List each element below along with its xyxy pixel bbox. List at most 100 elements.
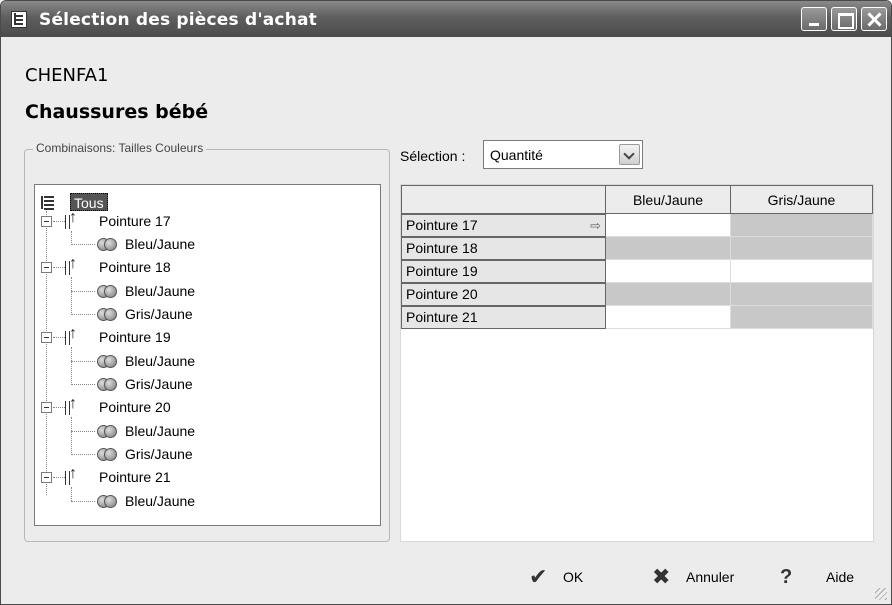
collapse-icon[interactable] [41,216,52,227]
tree-item-color[interactable]: Gris/Jaune [125,374,193,394]
dialog-window: Sélection des pièces d'achat CHENFA1 Cha… [0,0,892,605]
ok-button-label: OK [563,569,584,585]
tree-item-color[interactable]: Gris/Jaune [125,444,193,464]
tree-line [71,361,95,362]
ok-button[interactable]: ✔ OK [529,563,609,591]
checkmark-icon: ✔ [529,564,548,589]
grid-cell[interactable] [731,260,873,283]
cancel-button[interactable]: ✖ Annuler [652,563,752,591]
tree-line [71,384,95,385]
tree-line [71,431,95,432]
tree-item-label: Bleu/Jaune [125,423,196,439]
tree-line [71,314,95,315]
tree-item-color[interactable]: Bleu/Jaune [125,281,195,301]
help-button[interactable]: ? Aide [780,563,870,591]
tree-item-label: Bleu/Jaune [125,236,196,252]
row-label: Pointure 17 [406,217,478,233]
title-bar[interactable]: Sélection des pièces d'achat [1,1,891,37]
tree-line [71,347,72,385]
tree-item-pointure-20[interactable]: Pointure 20 [99,397,171,417]
color-combination-icon [97,425,117,438]
combinations-group-label: Combinaisons: Tailles Couleurs [33,141,207,155]
combinations-tree[interactable]: Tous Pointure 17 Bleu/Jaune Pointure 18 … [34,184,381,526]
grid-cell[interactable] [606,260,731,283]
grid-row-header[interactable]: Pointure 18 [401,237,606,260]
tree-line [53,477,65,478]
tree-item-label: Pointure 20 [99,399,171,415]
size-icon [65,209,79,230]
close-button[interactable] [861,7,887,31]
tree-line [53,221,65,222]
tree-item-label: Gris/Jaune [125,446,193,462]
grid-column-header[interactable]: Bleu/Jaune [605,185,731,214]
grid-row-header[interactable]: Pointure 21 [401,306,606,329]
tree-line [71,417,72,455]
window-title: Sélection des pièces d'achat [39,10,317,30]
tree-item-pointure-18[interactable]: Pointure 18 [99,257,171,277]
close-x-icon: ✖ [652,564,671,589]
row-label: Pointure 21 [406,309,478,325]
tree-item-label: Pointure 17 [99,213,171,229]
collapse-icon[interactable] [41,472,52,483]
tree-item-label: Gris/Jaune [125,376,193,392]
tree-item-label: Pointure 19 [99,329,171,345]
app-document-icon [11,11,27,28]
tree-item-color[interactable]: Bleu/Jaune [125,491,195,511]
tree-line [53,337,65,338]
color-combination-icon [97,378,117,391]
row-label: Pointure 19 [406,263,478,279]
tree-line [71,454,95,455]
grid-row-header[interactable]: Pointure 19 [401,260,606,283]
tree-line [71,244,95,245]
help-button-label: Aide [826,569,855,585]
article-designation: Chaussures bébé [25,101,209,123]
grid-row-header[interactable]: Pointure 20 [401,283,606,306]
quantity-grid: Bleu/Jaune Gris/Jaune Pointure 17 ⇨ Point… [400,184,874,542]
resize-grip-icon[interactable] [875,588,887,600]
tree-item-label: Bleu/Jaune [125,283,196,299]
question-mark-icon: ? [780,566,793,588]
tree-item-label: Gris/Jaune [125,306,193,322]
row-label: Pointure 20 [406,286,478,302]
grid-cell[interactable] [731,283,873,306]
collapse-icon[interactable] [41,332,52,343]
maximize-button[interactable] [831,7,857,31]
collapse-icon[interactable] [41,262,52,273]
tree-item-pointure-21[interactable]: Pointure 21 [99,467,171,487]
tree-line [71,501,95,502]
size-icon [65,395,79,416]
tree-item-label: Pointure 18 [99,259,171,275]
selection-dropdown[interactable]: Quantité [483,140,643,169]
tree-item-pointure-17[interactable]: Pointure 17 [99,211,171,231]
color-combination-icon [97,285,117,298]
row-label: Pointure 18 [406,240,478,256]
selection-label: Sélection : [400,148,466,164]
grid-cell [731,306,873,329]
grid-cell[interactable] [606,237,731,260]
grid-cell[interactable] [606,283,731,306]
color-combination-icon [97,238,117,251]
grid-row-header[interactable]: Pointure 17 ⇨ [401,214,606,237]
color-combination-icon [97,355,117,368]
size-icon [65,465,79,486]
tree-item-pointure-19[interactable]: Pointure 19 [99,327,171,347]
collapse-icon[interactable] [41,402,52,413]
minimize-button[interactable] [801,7,827,31]
size-icon [65,325,79,346]
tree-item-label: Bleu/Jaune [125,353,196,369]
grid-cell[interactable] [731,237,873,260]
tree-item-color[interactable]: Bleu/Jaune [125,421,195,441]
color-combination-icon [97,308,117,321]
tree-root-icon [41,195,55,209]
tree-item-color[interactable]: Bleu/Jaune [125,351,195,371]
grid-corner-header [401,185,606,214]
tree-line [71,291,95,292]
grid-cell[interactable] [606,214,731,237]
tree-line [46,211,47,495]
grid-column-header[interactable]: Gris/Jaune [730,185,873,214]
color-combination-icon [97,448,117,461]
grid-cell[interactable] [606,306,731,329]
chevron-down-icon[interactable] [619,144,640,165]
tree-item-color[interactable]: Bleu/Jaune [125,234,195,254]
tree-item-color[interactable]: Gris/Jaune [125,304,193,324]
